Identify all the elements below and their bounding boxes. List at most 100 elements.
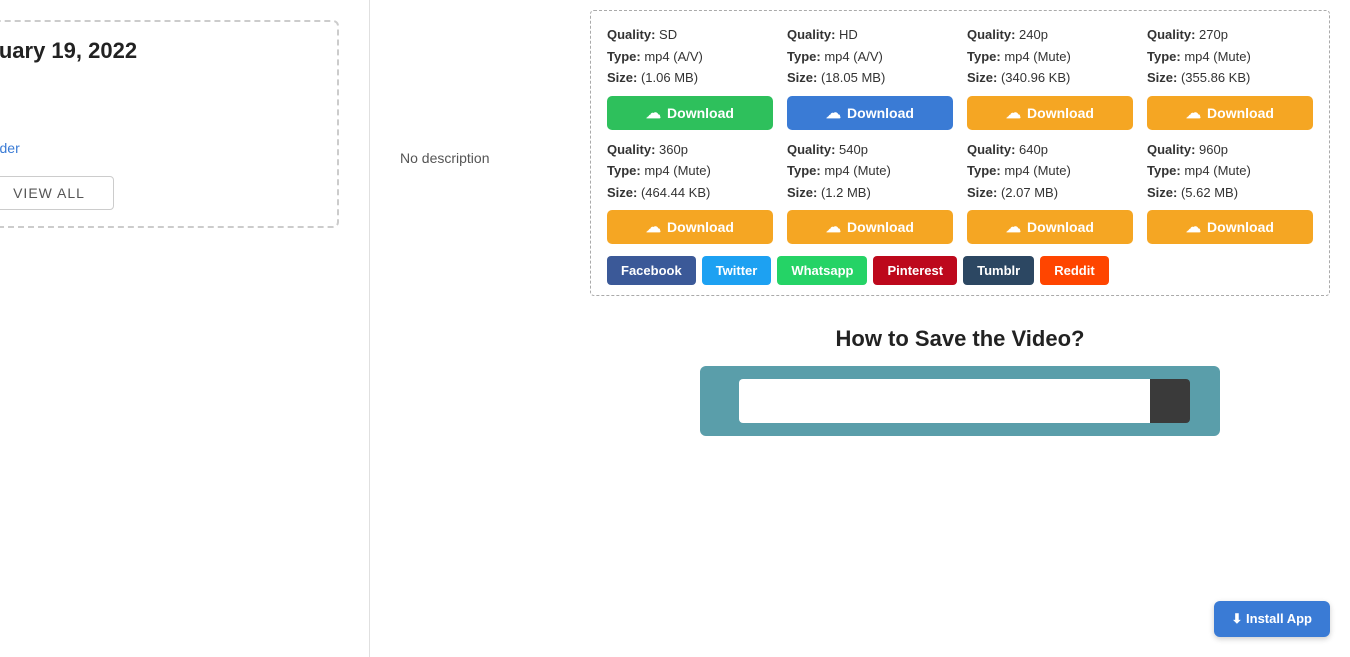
facebook-button[interactable]: Facebook [607,256,696,285]
right-panel: Quality: SD Type: mp4 (A/V) Size: (1.06 … [590,10,1330,436]
video-corner [1150,379,1190,423]
type-value-360p: mp4 (Mute) [644,163,710,178]
download-button-360p[interactable]: Download [607,210,773,244]
type-value-270p: mp4 (Mute) [1184,49,1250,64]
quality-label-240p: Quality: [967,27,1015,42]
download-section: Quality: SD Type: mp4 (A/V) Size: (1.06 … [590,10,1330,296]
cloud-icon-960p [1186,218,1201,236]
size-value-sd: (1.06 MB) [641,70,698,85]
quality-value-hd: HD [839,27,858,42]
download-button-960p[interactable]: Download [1147,210,1313,244]
social-buttons: Facebook Twitter Whatsapp Pinterest Tumb… [607,256,1313,285]
download-button-540p[interactable]: Download [787,210,953,244]
quality-label-hd: Quality: [787,27,835,42]
reddit-button[interactable]: Reddit [1040,256,1108,285]
download-label-hd: Download [847,105,914,121]
quality-value-270p: 270p [1199,27,1228,42]
download-label-960p: Download [1207,219,1274,235]
size-value-360p: (464.44 KB) [641,185,710,200]
changelog-item-2: IMPROVED Douyin Downloader [0,108,317,128]
size-label-360p: Size: [607,185,637,200]
size-value-960p: (5.62 MB) [1181,185,1238,200]
view-all-button[interactable]: VIEW ALL [0,176,114,210]
size-value-240p: (340.96 KB) [1001,70,1070,85]
quality-label-270p: Quality: [1147,27,1195,42]
install-app-button[interactable]: ⬇ Install App [1214,601,1330,637]
size-value-540p: (1.2 MB) [821,185,871,200]
quality-label-360p: Quality: [607,142,655,157]
cloud-icon-hd [826,104,841,122]
quality-value-360p: 360p [659,142,688,157]
size-value-270p: (355.86 KB) [1181,70,1250,85]
tumblr-button[interactable]: Tumblr [963,256,1034,285]
download-item-270p: Quality: 270p Type: mp4 (Mute) Size: (35… [1147,25,1313,130]
type-value-sd: mp4 (A/V) [644,49,703,64]
quality-value-540p: 540p [839,142,868,157]
how-to-section: How to Save the Video? [590,326,1330,436]
quality-value-960p: 960p [1199,142,1228,157]
cloud-icon-640p [1006,218,1021,236]
changelog-box: January 19, 2022 ADDED Gettr Downloader … [0,20,339,228]
size-label-960p: Size: [1147,185,1177,200]
quality-value-sd: SD [659,27,677,42]
download-label-sd: Download [667,105,734,121]
pinterest-button[interactable]: Pinterest [873,256,957,285]
download-label-270p: Download [1207,105,1274,121]
content-row: No description Quality: SD Type: mp4 (A/… [390,10,1330,436]
type-label-hd: Type: [787,49,821,64]
size-label-270p: Size: [1147,70,1177,85]
type-label-540p: Type: [787,163,821,178]
video-inner [739,379,1181,423]
quality-value-240p: 240p [1019,27,1048,42]
quality-label-640p: Quality: [967,142,1015,157]
download-button-sd[interactable]: Download [607,96,773,130]
size-label-sd: Size: [607,70,637,85]
download-item-360p: Quality: 360p Type: mp4 (Mute) Size: (46… [607,140,773,245]
download-item-960p: Quality: 960p Type: mp4 (Mute) Size: (5.… [1147,140,1313,245]
twitter-button[interactable]: Twitter [702,256,772,285]
cloud-icon-360p [646,218,661,236]
download-label-540p: Download [847,219,914,235]
page-wrapper: January 19, 2022 ADDED Gettr Downloader … [0,0,1350,657]
download-label-640p: Download [1027,219,1094,235]
download-button-270p[interactable]: Download [1147,96,1313,130]
whatsapp-button[interactable]: Whatsapp [777,256,867,285]
cloud-icon-240p [1006,104,1021,122]
type-value-240p: mp4 (Mute) [1004,49,1070,64]
type-value-hd: mp4 (A/V) [824,49,883,64]
quality-label-540p: Quality: [787,142,835,157]
changelog-link-3[interactable]: Private VK Downloader [0,140,20,156]
main-content: No description Quality: SD Type: mp4 (A/… [370,0,1350,657]
changelog-item-3: IMPROVED Private VK Downloader [0,138,317,158]
type-value-640p: mp4 (Mute) [1004,163,1070,178]
size-label-hd: Size: [787,70,817,85]
download-label-240p: Download [1027,105,1094,121]
no-description-label: No description [390,10,570,436]
download-item-hd: Quality: HD Type: mp4 (A/V) Size: (18.05… [787,25,953,130]
quality-value-640p: 640p [1019,142,1048,157]
type-label-270p: Type: [1147,49,1181,64]
download-item-240p: Quality: 240p Type: mp4 (Mute) Size: (34… [967,25,1133,130]
size-label-240p: Size: [967,70,997,85]
type-label-sd: Type: [607,49,641,64]
size-label-640p: Size: [967,185,997,200]
download-grid: Quality: SD Type: mp4 (A/V) Size: (1.06 … [607,25,1313,244]
download-button-hd[interactable]: Download [787,96,953,130]
type-label-240p: Type: [967,49,1001,64]
type-label-640p: Type: [967,163,1001,178]
download-label-360p: Download [667,219,734,235]
download-button-240p[interactable]: Download [967,96,1133,130]
download-item-540p: Quality: 540p Type: mp4 (Mute) Size: (1.… [787,140,953,245]
cloud-icon-540p [826,218,841,236]
changelog-date: January 19, 2022 [0,38,317,64]
size-value-hd: (18.05 MB) [821,70,885,85]
cloud-icon-270p [1186,104,1201,122]
quality-label-sd: Quality: [607,27,655,42]
how-to-title: How to Save the Video? [590,326,1330,352]
download-item-640p: Quality: 640p Type: mp4 (Mute) Size: (2.… [967,140,1133,245]
download-button-640p[interactable]: Download [967,210,1133,244]
size-label-540p: Size: [787,185,817,200]
type-label-360p: Type: [607,163,641,178]
type-value-540p: mp4 (Mute) [824,163,890,178]
type-value-960p: mp4 (Mute) [1184,163,1250,178]
